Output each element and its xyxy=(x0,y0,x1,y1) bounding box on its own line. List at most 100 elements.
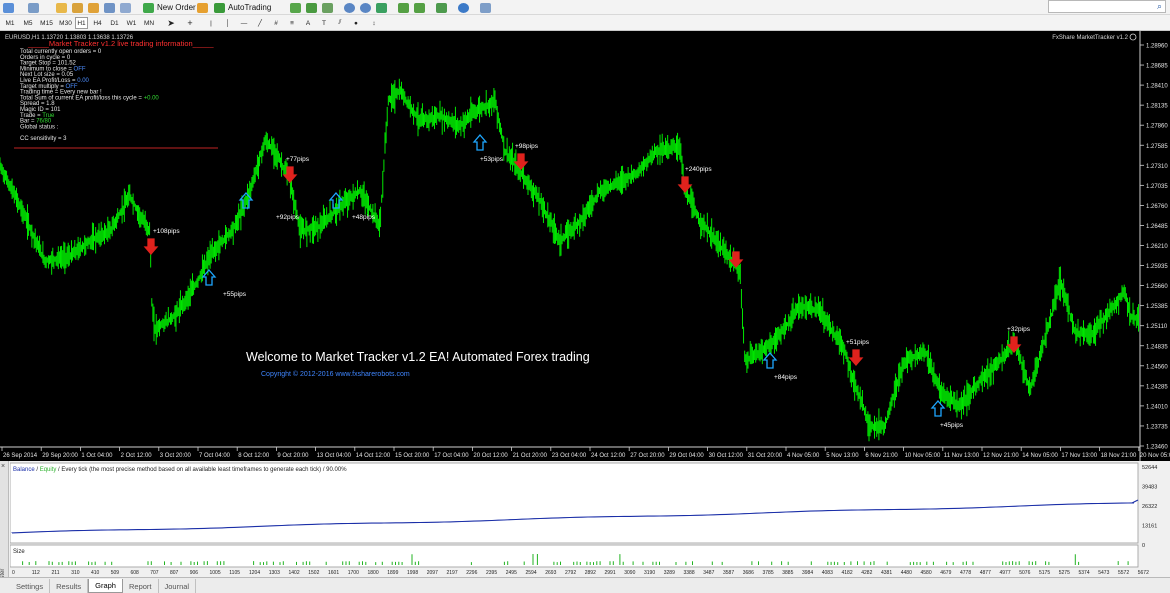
trades-axis-label: 608 xyxy=(131,570,140,576)
close-icon[interactable]: × xyxy=(1,463,5,470)
price-label: 1.28960 xyxy=(1146,44,1168,50)
price-label: 1.28685 xyxy=(1146,64,1168,70)
trades-axis-label: 1005 xyxy=(210,570,221,576)
tester-side-bar: Tester × xyxy=(0,461,9,593)
tf-w1[interactable]: W1 xyxy=(125,17,138,29)
copyright-text: Copyright © 2012-2016 www.fxsharerobots.… xyxy=(261,370,410,378)
line-chart-icon[interactable] xyxy=(322,2,333,13)
trades-axis-label: 3090 xyxy=(624,570,635,576)
arrows-icon[interactable]: ↕ xyxy=(368,17,380,29)
trendline-icon[interactable]: ╱ xyxy=(254,17,266,29)
horizontal-line-icon[interactable]: — xyxy=(238,17,250,29)
time-label: 30 Oct 12:00 xyxy=(709,453,744,459)
time-label: 20 Oct 12:00 xyxy=(473,453,508,459)
legend-balance: Balance xyxy=(13,467,35,473)
new-order-button[interactable]: New Order xyxy=(143,2,196,13)
balance-plot xyxy=(10,462,1139,544)
tester-graph: Balance / Equity / Every tick (the most … xyxy=(10,462,1157,576)
tf-h1[interactable]: H1 xyxy=(75,17,88,29)
metaeditor-icon[interactable] xyxy=(197,2,208,13)
signal-pips-label: +55pips xyxy=(223,291,247,298)
trades-axis-label: 4381 xyxy=(881,570,892,576)
fibo-icon[interactable]: ≡ xyxy=(286,17,298,29)
indicators-icon[interactable] xyxy=(436,2,447,13)
tile-windows-icon[interactable] xyxy=(376,2,387,13)
navigator-icon[interactable] xyxy=(88,2,99,13)
data-window-icon[interactable] xyxy=(72,2,83,13)
trades-axis-label: 2991 xyxy=(605,570,616,576)
autotrading-button[interactable]: AutoTrading xyxy=(214,2,271,13)
channel-icon[interactable]: # xyxy=(270,17,282,29)
info-title: _____Market Tracker v1.2 live trading in… xyxy=(27,39,214,48)
tab-settings[interactable]: Settings xyxy=(10,579,51,593)
price-label: 1.23735 xyxy=(1146,424,1168,430)
auto-scroll-icon[interactable] xyxy=(398,2,409,13)
time-label: 7 Oct 04:00 xyxy=(199,453,231,459)
tf-d1[interactable]: D1 xyxy=(108,17,121,29)
signal-pips-label: +45pips xyxy=(940,422,964,429)
trades-axis-label: 2792 xyxy=(565,570,576,576)
candles-path xyxy=(0,78,1139,442)
trades-axis-label: 2892 xyxy=(585,570,596,576)
bar-chart-icon[interactable] xyxy=(290,2,301,13)
price-label: 1.26210 xyxy=(1146,244,1168,250)
periods-icon[interactable] xyxy=(458,2,469,13)
trades-axis-label: 1402 xyxy=(289,570,300,576)
time-label: 5 Nov 13:00 xyxy=(826,453,859,459)
signal-pips-label: +51pips xyxy=(846,339,870,346)
trades-axis-label: 2296 xyxy=(466,570,477,576)
time-label: 27 Oct 20:00 xyxy=(630,453,665,459)
new-chart-icon[interactable] xyxy=(3,2,14,13)
profiles-icon[interactable] xyxy=(28,2,39,13)
balance-axis-label: 26322 xyxy=(1142,504,1157,510)
time-label: 11 Nov 13:00 xyxy=(944,453,980,459)
label-tool-icon[interactable]: T xyxy=(318,17,330,29)
search-input[interactable]: ⌕ xyxy=(1048,0,1166,13)
trades-axis-label: 4083 xyxy=(822,570,833,576)
chart-shift-icon[interactable] xyxy=(414,2,425,13)
time-label: 29 Sep 20:00 xyxy=(42,453,78,459)
tf-m5[interactable]: M5 xyxy=(21,17,35,29)
shapes-icon[interactable]: ⫽ xyxy=(334,17,346,29)
zoom-out-icon[interactable] xyxy=(360,2,371,13)
vertical-line-icon[interactable]: │ xyxy=(222,17,234,29)
text-tool-icon[interactable]: A xyxy=(302,17,314,29)
ellipse-icon[interactable]: ● xyxy=(350,17,362,29)
info-line-label: CC sensitivity = 3 xyxy=(20,136,67,142)
time-label: 13 Oct 04:00 xyxy=(317,453,352,459)
market-watch-icon[interactable] xyxy=(56,2,67,13)
cursor-tool-icon[interactable]: ➤ xyxy=(165,17,177,29)
time-label: 2 Oct 12:00 xyxy=(121,453,153,459)
tf-h4[interactable]: H4 xyxy=(91,17,104,29)
trades-axis-label: 5275 xyxy=(1059,570,1070,576)
trades-axis-label: 3487 xyxy=(703,570,714,576)
templates-icon[interactable] xyxy=(480,2,491,13)
crosshair-tool-icon[interactable]: + xyxy=(184,17,196,29)
time-label: 14 Nov 05:00 xyxy=(1022,453,1058,459)
indicator-smile-icon xyxy=(1129,33,1137,41)
signal-pips-label: +77pips xyxy=(286,156,310,163)
trades-axis-label: 3984 xyxy=(802,570,813,576)
trades-axis-label: 5572 xyxy=(1118,570,1129,576)
price-chart[interactable]: +108pips +55pips +92pips +77pips +48pips +53p… xyxy=(0,31,1170,461)
tf-m15[interactable]: M15 xyxy=(38,17,55,29)
tester-icon[interactable] xyxy=(120,2,131,13)
time-label: 20 Nov 05:00 xyxy=(1140,453,1170,459)
price-label: 1.25110 xyxy=(1146,324,1168,330)
sell-arrow-icon xyxy=(143,238,159,255)
terminal-icon[interactable] xyxy=(104,2,115,13)
tf-m30[interactable]: M30 xyxy=(57,17,74,29)
tf-m1[interactable]: M1 xyxy=(4,17,16,29)
price-label: 1.27310 xyxy=(1146,164,1168,170)
tab-journal[interactable]: Journal xyxy=(159,579,197,593)
tf-mn[interactable]: MN xyxy=(142,17,156,29)
tab-report[interactable]: Report xyxy=(123,579,159,593)
trades-axis-label: 1303 xyxy=(269,570,280,576)
trades-axis-label: 707 xyxy=(150,570,159,576)
trades-axis-label: 4977 xyxy=(1000,570,1011,576)
trades-axis-label: 3686 xyxy=(743,570,754,576)
candlesticks-icon[interactable] xyxy=(306,2,317,13)
tab-results[interactable]: Results xyxy=(50,579,89,593)
zoom-in-icon[interactable] xyxy=(344,2,355,13)
tab-graph[interactable]: Graph xyxy=(88,579,123,593)
